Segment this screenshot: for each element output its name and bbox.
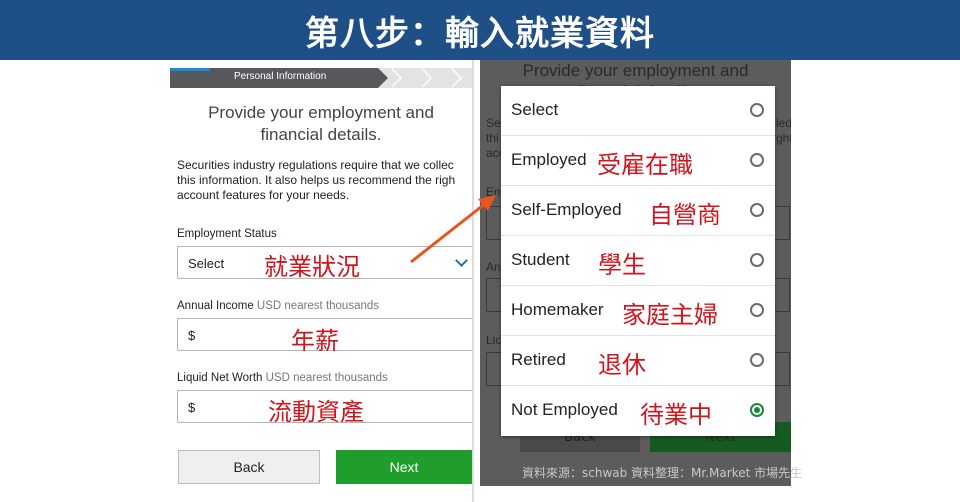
radio-icon[interactable] — [750, 153, 764, 167]
regulation-paragraph: Securities industry regulations require … — [177, 158, 456, 202]
progress-bar: Personal Information — [170, 68, 472, 88]
income-annotation: 年薪 — [291, 327, 339, 355]
radio-icon[interactable] — [750, 253, 764, 267]
option-select[interactable]: Select — [501, 86, 775, 136]
option-homemaker[interactable]: Homemaker 家庭主婦 — [501, 286, 775, 336]
next-button[interactable]: Next — [336, 450, 472, 484]
currency-symbol: $ — [188, 328, 196, 343]
option-self-employed[interactable]: Self-Employed 自營商 — [501, 186, 775, 236]
option-retired[interactable]: Retired 退休 — [501, 336, 775, 386]
banner-title: 第八步：輸入就業資料 — [305, 13, 655, 54]
net-worth-annotation: 流動資產 — [268, 398, 364, 426]
option-annotation: 家庭主婦 — [622, 301, 718, 329]
left-screenshot: Personal Information Provide your employ… — [170, 60, 472, 502]
page-heading: Provide your employment and financial de… — [208, 103, 434, 144]
progress-step-label: Personal Information — [234, 71, 327, 82]
radio-icon[interactable] — [750, 353, 764, 367]
radio-icon[interactable] — [750, 103, 764, 117]
currency-symbol: $ — [188, 400, 196, 415]
chevron-down-icon — [455, 254, 468, 267]
option-annotation: 自營商 — [649, 201, 721, 229]
option-student[interactable]: Student 學生 — [501, 236, 775, 286]
annual-income-label: Annual Income USD nearest thousands — [177, 300, 380, 312]
radio-icon[interactable] — [750, 303, 764, 317]
option-annotation: 學生 — [598, 251, 646, 279]
option-annotation: 受雇在職 — [597, 151, 693, 179]
option-not-employed[interactable]: Not Employed 待業中 — [501, 386, 775, 436]
option-annotation: 待業中 — [640, 401, 712, 429]
employment-status-label: Employment Status — [177, 228, 277, 240]
back-button[interactable]: Back — [178, 450, 320, 484]
radio-selected-icon[interactable] — [750, 403, 764, 417]
employment-status-dialog: Select Employed 受雇在職 Self-Employed 自營商 S… — [501, 86, 775, 436]
divider — [472, 60, 474, 502]
title-banner: 第八步：輸入就業資料 — [0, 0, 960, 60]
option-annotation: 退休 — [598, 351, 646, 379]
employment-status-value: Select — [188, 256, 225, 271]
option-employed[interactable]: Employed 受雇在職 — [501, 136, 775, 186]
radio-icon[interactable] — [750, 203, 764, 217]
net-worth-label: Liquid Net Worth USD nearest thousands — [177, 372, 388, 384]
source-note: 資料來源：schwab 資料整理：Mr.Market 市場先生 — [522, 466, 803, 480]
employment-annotation: 就業狀況 — [264, 253, 360, 281]
